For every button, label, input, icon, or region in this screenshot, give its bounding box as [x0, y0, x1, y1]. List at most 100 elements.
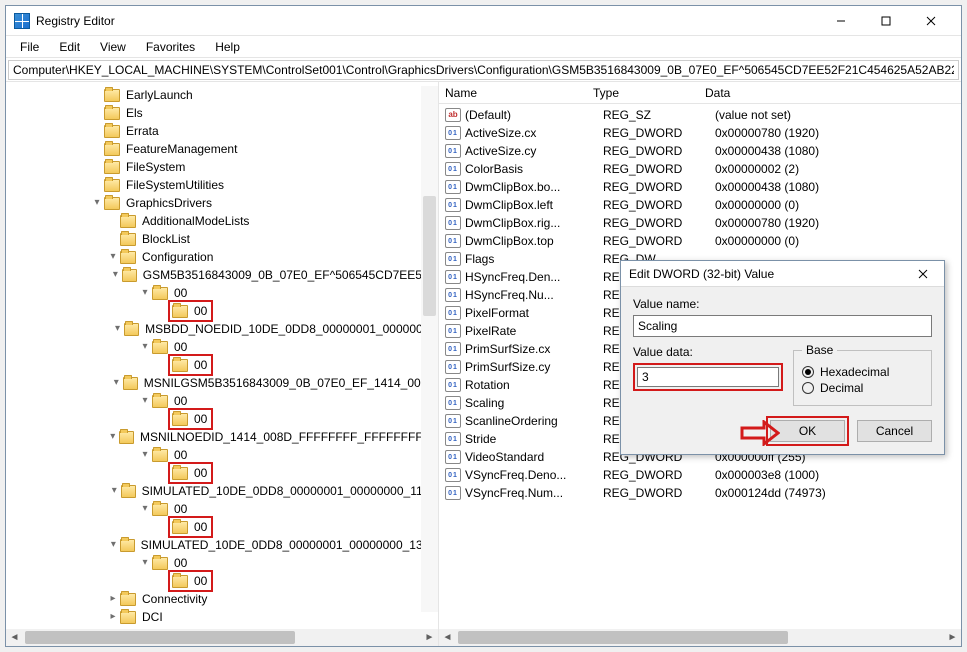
value-name: Stride	[465, 432, 603, 446]
value-name: PrimSurfSize.cx	[465, 342, 603, 356]
tree-row[interactable]: ▾00	[6, 392, 438, 410]
folder-icon	[122, 269, 137, 282]
chevron-down-icon[interactable]: ▾	[107, 536, 120, 554]
list-row[interactable]: DwmClipBox.topREG_DWORD0x00000000 (0)	[439, 232, 961, 250]
tree-label: SIMULATED_10DE_0DD8_00000001_00000000_13…	[139, 536, 438, 554]
chevron-down-icon[interactable]: ▾	[138, 446, 152, 464]
list-row[interactable]: VSyncFreq.Deno...REG_DWORD0x000003e8 (10…	[439, 466, 961, 484]
value-data-input[interactable]	[637, 367, 779, 387]
value-type: REG_DWORD	[603, 144, 715, 158]
column-name[interactable]: Name	[439, 86, 587, 100]
tree-row[interactable]: ▾00	[6, 500, 438, 518]
chevron-down-icon[interactable]: ▾	[138, 338, 152, 356]
radio-hexadecimal[interactable]: Hexadecimal	[802, 365, 923, 379]
menu-view[interactable]: View	[90, 38, 136, 56]
list-row[interactable]: VSyncFreq.Num...REG_DWORD0x000124dd (749…	[439, 484, 961, 502]
scroll-right-icon[interactable]: ►	[944, 629, 961, 646]
tree-row[interactable]: EarlyLaunch	[6, 86, 438, 104]
chevron-down-icon[interactable]: ▾	[138, 392, 152, 410]
address-input[interactable]	[8, 60, 959, 80]
tree-row[interactable]: Errata	[6, 122, 438, 140]
folder-icon	[120, 611, 136, 624]
tree-row[interactable]: FileSystem	[6, 158, 438, 176]
dialog-close-button[interactable]	[910, 261, 936, 287]
chevron-down-icon[interactable]: ▾	[109, 266, 122, 284]
menu-help[interactable]: Help	[205, 38, 250, 56]
dword-value-icon	[445, 360, 461, 374]
tree-hscrollbar[interactable]: ◄ ►	[6, 629, 438, 646]
scroll-right-icon[interactable]: ►	[421, 629, 438, 646]
tree-row[interactable]: FileSystemUtilities	[6, 176, 438, 194]
close-button[interactable]	[908, 6, 953, 36]
tree-row[interactable]: ▾MSNILNOEDID_1414_008D_FFFFFFFF_FFFFFFFF…	[6, 428, 438, 446]
tree-row[interactable]: 00	[6, 464, 438, 482]
minimize-button[interactable]	[818, 6, 863, 36]
tree-row[interactable]: ▾Configuration	[6, 248, 438, 266]
list-row[interactable]: ColorBasisREG_DWORD0x00000002 (2)	[439, 160, 961, 178]
tree-row[interactable]: ▸DCI	[6, 608, 438, 626]
tree-row[interactable]: ▾MSNILGSM5B3516843009_0B_07E0_EF_1414_00…	[6, 374, 438, 392]
chevron-down-icon[interactable]: ▾	[90, 194, 104, 212]
list-hscrollbar[interactable]: ◄ ►	[439, 629, 961, 646]
tree-label: FileSystemUtilities	[124, 176, 226, 194]
column-data[interactable]: Data	[699, 86, 961, 100]
list-row[interactable]: DwmClipBox.rig...REG_DWORD0x00000780 (19…	[439, 214, 961, 232]
tree-row[interactable]: 00	[6, 572, 438, 590]
list-row[interactable]: ActiveSize.cyREG_DWORD0x00000438 (1080)	[439, 142, 961, 160]
menu-file[interactable]: File	[10, 38, 49, 56]
tree-row[interactable]: FeatureManagement	[6, 140, 438, 158]
tree-row[interactable]: ▾SIMULATED_10DE_0DD8_00000001_00000000_1…	[6, 482, 438, 500]
folder-icon	[152, 341, 168, 354]
chevron-down-icon[interactable]: ▾	[111, 320, 124, 338]
column-type[interactable]: Type	[587, 86, 699, 100]
tree-row[interactable]: ▾MSBDD_NOEDID_10DE_0DD8_00000001_0000000…	[6, 320, 438, 338]
tree-row[interactable]: 00	[6, 518, 438, 536]
tree-row[interactable]: ▾GraphicsDrivers	[6, 194, 438, 212]
chevron-down-icon[interactable]: ▾	[108, 482, 121, 500]
tree-row[interactable]: AdditionalModeLists	[6, 212, 438, 230]
maximize-button[interactable]	[863, 6, 908, 36]
chevron-down-icon[interactable]: ▾	[138, 554, 152, 572]
list-row[interactable]: (Default)REG_SZ(value not set)	[439, 106, 961, 124]
tree-row[interactable]: ▾00	[6, 554, 438, 572]
tree-row[interactable]: 00	[6, 356, 438, 374]
scroll-left-icon[interactable]: ◄	[439, 629, 456, 646]
radio-decimal[interactable]: Decimal	[802, 381, 923, 395]
list-row[interactable]: DwmClipBox.leftREG_DWORD0x00000000 (0)	[439, 196, 961, 214]
scroll-left-icon[interactable]: ◄	[6, 629, 23, 646]
list-row[interactable]: DwmClipBox.bo...REG_DWORD0x00000438 (108…	[439, 178, 961, 196]
highlight-box: 00	[168, 462, 213, 484]
folder-icon	[172, 575, 188, 588]
tree-row[interactable]: 00	[6, 410, 438, 428]
tree-label: 00	[192, 410, 209, 428]
list-row[interactable]: ActiveSize.cxREG_DWORD0x00000780 (1920)	[439, 124, 961, 142]
tree-row[interactable]: 00	[6, 302, 438, 320]
tree-row[interactable]: ▾ SIMULATED_10DE_0DD8_00000001_00000000_1…	[6, 536, 438, 554]
dialog-body: Value name: Value data: Base Hexadecimal…	[621, 287, 944, 416]
menu-edit[interactable]: Edit	[49, 38, 90, 56]
tree-row[interactable]: ▾GSM5B3516843009_0B_07E0_EF^506545CD7EE5…	[6, 266, 438, 284]
chevron-right-icon[interactable]: ▸	[106, 608, 120, 626]
tree-scroll[interactable]: EarlyLaunchElsErrataFeatureManagementFil…	[6, 82, 438, 629]
folder-icon	[172, 413, 188, 426]
chevron-down-icon[interactable]: ▾	[138, 284, 152, 302]
tree-row[interactable]: Els	[6, 104, 438, 122]
tree-row[interactable]: ▸ Connectivity	[6, 590, 438, 608]
tree-row[interactable]: ▾00	[6, 284, 438, 302]
tree-row[interactable]: BlockList	[6, 230, 438, 248]
tree-label: Connectivity	[140, 590, 209, 608]
chevron-right-icon[interactable]: ▸	[106, 590, 120, 608]
chevron-down-icon[interactable]: ▾	[138, 500, 152, 518]
chevron-down-icon[interactable]: ▾	[106, 248, 120, 266]
value-name-input[interactable]	[633, 315, 932, 337]
chevron-down-icon[interactable]: ▾	[106, 428, 119, 446]
radio-icon	[802, 382, 814, 394]
chevron-down-icon[interactable]: ▾	[110, 374, 123, 392]
ok-button[interactable]: OK	[770, 420, 845, 442]
dword-value-icon	[445, 324, 461, 338]
tree-vscrollbar[interactable]	[421, 86, 438, 612]
menu-favorites[interactable]: Favorites	[136, 38, 205, 56]
tree-row[interactable]: ▾00	[6, 338, 438, 356]
cancel-button[interactable]: Cancel	[857, 420, 932, 442]
tree-row[interactable]: ▾00	[6, 446, 438, 464]
